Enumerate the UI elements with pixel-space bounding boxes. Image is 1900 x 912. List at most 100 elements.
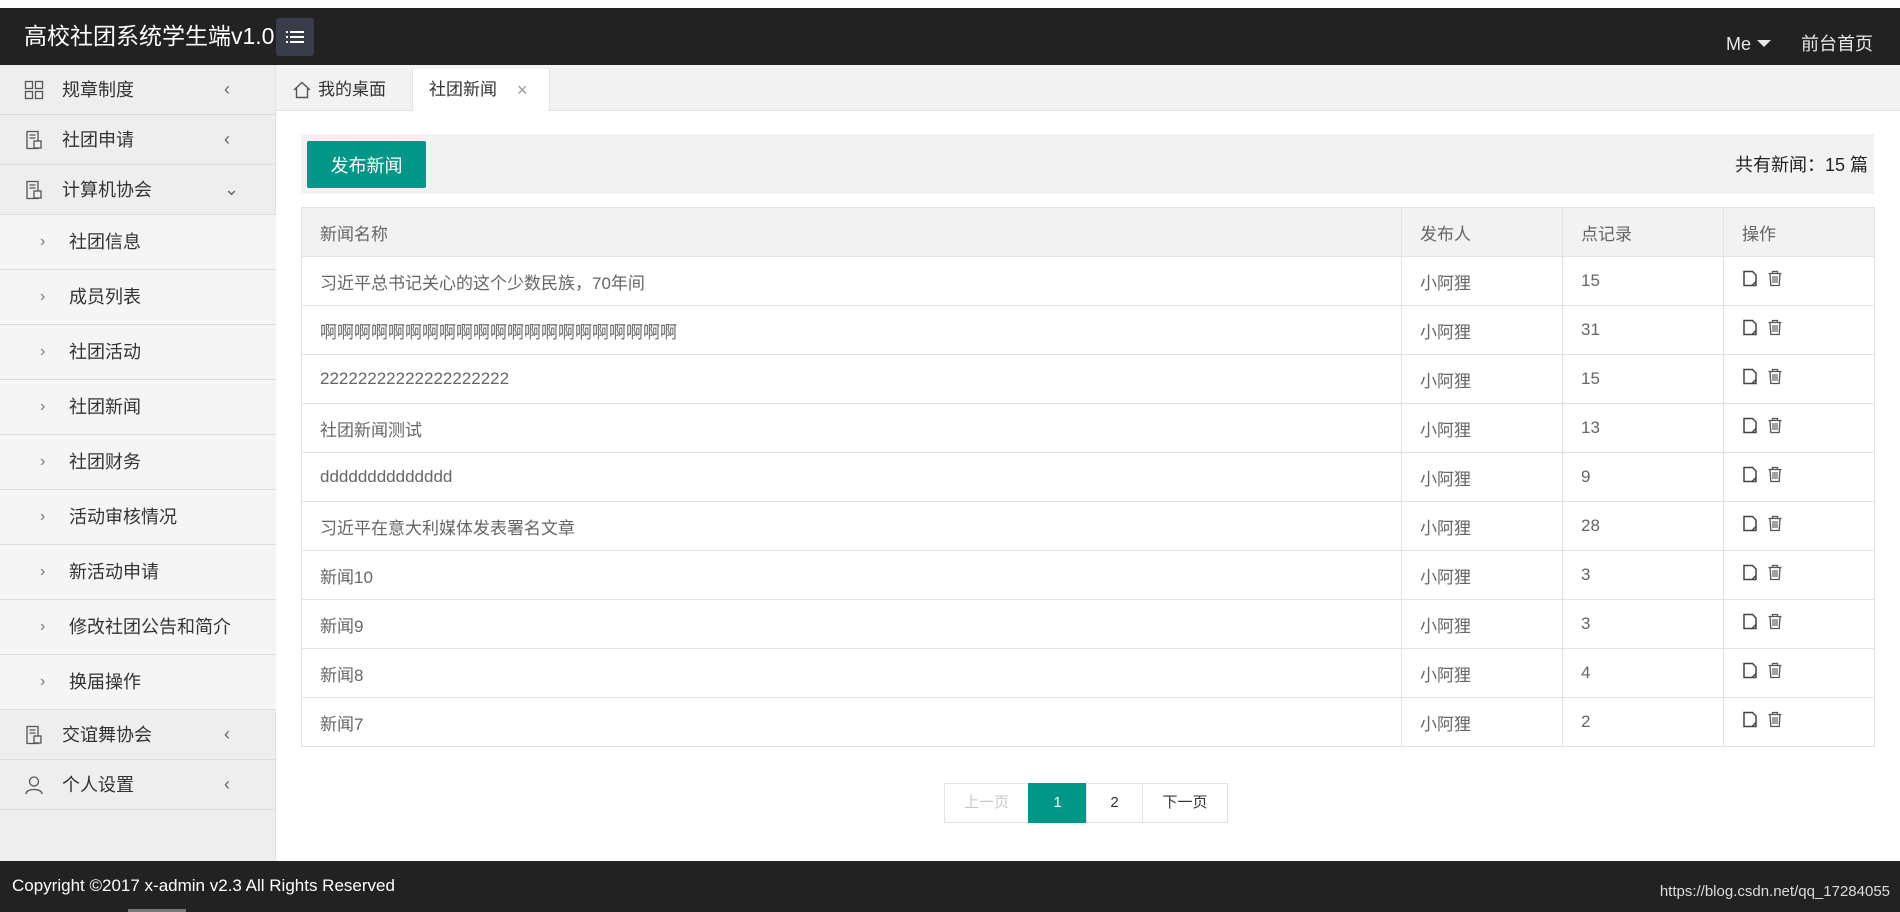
news-clicks-cell: 31: [1562, 305, 1724, 355]
chevron-right-icon: ›: [40, 288, 46, 305]
sidebar-item-label: 社团信息: [69, 232, 141, 252]
sidebar-group-label: 社团申请: [62, 130, 134, 150]
user-icon: [25, 776, 43, 795]
edit-icon[interactable]: [1742, 417, 1758, 439]
tab-my-desktop[interactable]: 我的桌面: [292, 69, 408, 111]
delete-icon[interactable]: [1767, 368, 1783, 390]
sidebar-item-club-activities[interactable]: › 社团活动: [0, 325, 276, 380]
sidebar-group-ballroom-dance[interactable]: 交谊舞协会 ‹: [0, 710, 276, 760]
sidebar-item-label: 成员列表: [69, 287, 141, 307]
table-row: 习近平在意大利媒体发表署名文章 小阿狸 28: [301, 501, 1875, 551]
edit-icon[interactable]: [1742, 270, 1758, 292]
prev-page-button[interactable]: 上一页: [944, 783, 1029, 823]
sidebar-group-computer-association[interactable]: 计算机协会 ⌄: [0, 165, 276, 215]
news-author-cell: 小阿狸: [1401, 403, 1563, 453]
document-icon: [26, 180, 42, 200]
next-page-button[interactable]: 下一页: [1142, 783, 1228, 823]
user-menu[interactable]: Me: [1726, 32, 1772, 56]
watermark-url: https://blog.csdn.net/qq_17284055: [1659, 883, 1890, 900]
sidebar-item-new-activity[interactable]: › 新活动申请: [0, 545, 276, 600]
grid-icon: [24, 80, 44, 100]
tab-club-news[interactable]: 社团新闻 ×: [412, 69, 550, 111]
column-header-author: 发布人: [1401, 207, 1563, 257]
table-row: 习近平总书记关心的这个少数民族，70年间 小阿狸 15: [301, 256, 1875, 306]
sidebar-group-label: 规章制度: [62, 80, 134, 100]
publish-news-button[interactable]: 发布新闻: [307, 141, 426, 188]
header-bar: 高校社团系统学生端v1.0 Me 前台首页: [0, 8, 1900, 65]
news-author-cell: 小阿狸: [1401, 697, 1563, 747]
edit-icon[interactable]: [1742, 319, 1758, 341]
list-icon: [286, 31, 304, 43]
page-1-button[interactable]: 1: [1028, 783, 1087, 823]
table-row: 新闻7 小阿狸 2: [301, 697, 1875, 747]
home-icon: [293, 81, 311, 99]
news-total-count: 共有新闻：15 篇: [1734, 155, 1868, 175]
copyright-text: Copyright ©2017 x-admin v2.3 All Rights …: [12, 876, 395, 895]
news-name-cell: 习近平在意大利媒体发表署名文章: [301, 501, 1402, 551]
news-actions-cell: [1723, 501, 1875, 551]
sidebar-item-club-finance[interactable]: › 社团财务: [0, 435, 276, 490]
news-actions-cell: [1723, 697, 1875, 747]
news-actions-cell: [1723, 599, 1875, 649]
sidebar-group-personal-settings[interactable]: 个人设置 ‹: [0, 760, 276, 810]
news-name-cell: 新闻7: [301, 697, 1402, 747]
sidebar-item-label: 活动审核情况: [69, 507, 177, 527]
column-header-actions: 操作: [1723, 207, 1875, 257]
sidebar-group-rules[interactable]: 规章制度 ‹: [0, 65, 276, 115]
news-name-cell: 新闻8: [301, 648, 1402, 698]
news-actions-cell: [1723, 452, 1875, 502]
chevron-down-icon: ⌄: [224, 179, 240, 199]
delete-icon[interactable]: [1767, 466, 1783, 488]
news-author-cell: 小阿狸: [1401, 648, 1563, 698]
frontend-home-link[interactable]: 前台首页: [1801, 32, 1873, 56]
sidebar-item-club-info[interactable]: › 社团信息: [0, 215, 276, 270]
delete-icon[interactable]: [1767, 662, 1783, 684]
news-clicks-cell: 9: [1562, 452, 1724, 502]
table-row: 22222222222222222222 小阿狸 15: [301, 354, 1875, 404]
edit-icon[interactable]: [1742, 515, 1758, 537]
sidebar-item-club-news[interactable]: › 社团新闻: [0, 380, 276, 435]
news-clicks-cell: 3: [1562, 599, 1724, 649]
news-name-cell: 习近平总书记关心的这个少数民族，70年间: [301, 256, 1402, 306]
delete-icon[interactable]: [1767, 270, 1783, 292]
sidebar-item-activity-review[interactable]: › 活动审核情况: [0, 490, 276, 545]
close-icon[interactable]: ×: [517, 69, 528, 111]
tab-label: 我的桌面: [318, 80, 386, 99]
delete-icon[interactable]: [1767, 417, 1783, 439]
delete-icon[interactable]: [1767, 564, 1783, 586]
delete-icon[interactable]: [1767, 515, 1783, 537]
news-actions-cell: [1723, 648, 1875, 698]
sidebar-item-label: 新活动申请: [69, 562, 159, 582]
delete-icon[interactable]: [1767, 613, 1783, 635]
delete-icon[interactable]: [1767, 319, 1783, 341]
edit-icon[interactable]: [1742, 662, 1758, 684]
tab-label: 社团新闻: [429, 80, 497, 99]
news-author-cell: 小阿狸: [1401, 305, 1563, 355]
edit-icon[interactable]: [1742, 564, 1758, 586]
edit-icon[interactable]: [1742, 466, 1758, 488]
delete-icon[interactable]: [1767, 711, 1783, 733]
chevron-right-icon: ›: [40, 508, 46, 525]
page-2-button[interactable]: 2: [1086, 783, 1143, 823]
sidebar-group-club-apply[interactable]: 社团申请 ‹: [0, 115, 276, 165]
tab-bar: 我的桌面 社团新闻 ×: [276, 65, 1900, 111]
chevron-right-icon: ›: [40, 343, 46, 360]
menu-toggle-button[interactable]: [276, 18, 314, 56]
news-actions-cell: [1723, 305, 1875, 355]
sidebar-item-member-list[interactable]: › 成员列表: [0, 270, 276, 325]
sidebar-item-label: 修改社团公告和简介: [69, 617, 231, 637]
edit-icon[interactable]: [1742, 613, 1758, 635]
sidebar-item-label: 社团新闻: [69, 397, 141, 417]
sidebar-item-term-change[interactable]: › 换届操作: [0, 655, 276, 710]
chevron-right-icon: ›: [40, 618, 46, 635]
chevron-left-icon: ‹: [224, 774, 230, 794]
footer: Copyright ©2017 x-admin v2.3 All Rights …: [0, 861, 1900, 912]
sidebar-item-edit-announcement[interactable]: › 修改社团公告和简介: [0, 600, 276, 655]
news-clicks-cell: 2: [1562, 697, 1724, 747]
chevron-left-icon: ‹: [224, 79, 230, 99]
chevron-left-icon: ‹: [224, 724, 230, 744]
edit-icon[interactable]: [1742, 711, 1758, 733]
edit-icon[interactable]: [1742, 368, 1758, 390]
table-row: dddddddddddddd 小阿狸 9: [301, 452, 1875, 502]
top-strip: [0, 0, 1900, 8]
